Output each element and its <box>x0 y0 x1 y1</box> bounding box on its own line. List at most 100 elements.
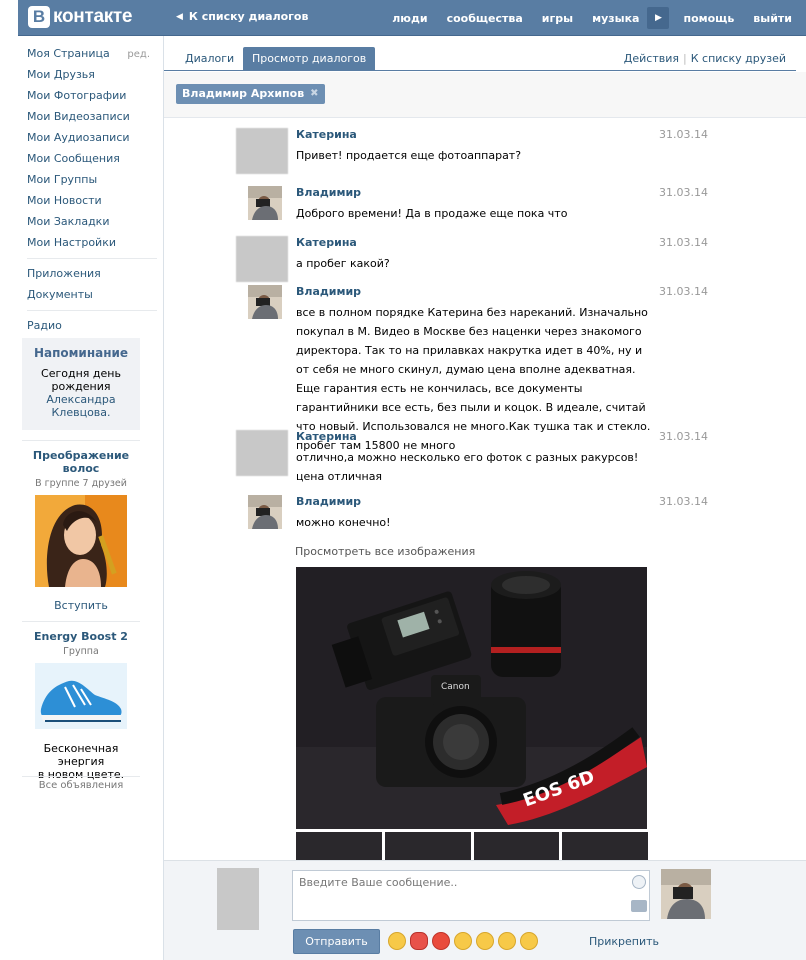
message-date: 31.03.14 <box>659 236 708 249</box>
reminder-name-link[interactable]: Александра Клевцова. <box>22 393 140 419</box>
nav-help[interactable]: помощь <box>683 12 734 25</box>
message-item: Катерина 31.03.14 Привет! продается еще … <box>236 128 726 176</box>
nav-music[interactable]: музыка <box>592 12 639 25</box>
divider <box>22 440 140 441</box>
message-composer: Введите Ваше сообщение.. Отправить Прикр… <box>164 860 806 960</box>
camera-icon[interactable] <box>631 900 647 912</box>
avatar[interactable] <box>248 285 282 319</box>
message-date: 31.03.14 <box>659 186 708 199</box>
send-button[interactable]: Отправить <box>293 929 380 954</box>
sidebar-item-radio[interactable]: Радио <box>27 317 157 338</box>
nav-communities[interactable]: сообщества <box>447 12 523 25</box>
ad-woman-image[interactable] <box>35 495 127 587</box>
photo-thumbnail[interactable] <box>296 832 382 862</box>
message-item: Катерина 31.03.14 а пробег какой? <box>236 236 726 284</box>
message-text: а пробег какой? <box>296 257 390 270</box>
divider <box>22 776 140 777</box>
message-author[interactable]: Катерина <box>296 430 357 443</box>
join-link[interactable]: Вступить <box>22 599 140 612</box>
close-icon[interactable]: ✖ <box>310 84 318 104</box>
avatar[interactable] <box>236 430 288 476</box>
avatar[interactable] <box>248 186 282 220</box>
left-sidebar: Моя Страница ред. Мои Друзья Мои Фотогра… <box>18 36 163 960</box>
sidebar-item-videos[interactable]: Мои Видеозаписи <box>27 108 157 129</box>
grinning-emoji-icon[interactable] <box>454 932 472 950</box>
actions-link[interactable]: Действия <box>624 52 679 65</box>
reminder-body: Сегодня день рождения Александра Клевцов… <box>22 367 140 419</box>
nav-logout[interactable]: выйти <box>753 12 792 25</box>
view-all-images-link[interactable]: Просмотреть все изображения <box>295 545 475 558</box>
message-item: Владимир 31.03.14 можно конечно! <box>236 495 726 535</box>
partner-avatar[interactable] <box>661 869 711 919</box>
sidebar-item-documents[interactable]: Документы <box>27 286 157 307</box>
back-to-dialogs-link[interactable]: ◀ К списку диалогов <box>176 10 308 23</box>
to-friends-link[interactable]: К списку друзей <box>691 52 786 65</box>
laughing-emoji-icon[interactable] <box>388 932 406 950</box>
sidebar-item-photos[interactable]: Мои Фотографии <box>27 87 157 108</box>
avatar[interactable] <box>248 495 282 529</box>
avatar[interactable] <box>236 128 288 174</box>
nav-people[interactable]: люди <box>392 12 427 25</box>
participant-chip-label: Владимир Архипов <box>182 87 305 100</box>
top-nav: люди сообщества игры музыка ▶ помощь вый… <box>373 0 792 36</box>
message-author[interactable]: Катерина <box>296 236 357 249</box>
kiss-lips-emoji-icon[interactable] <box>410 932 428 950</box>
sidebar-item-friends[interactable]: Мои Друзья <box>27 66 157 87</box>
attach-link[interactable]: Прикрепить <box>589 935 659 948</box>
sidebar-item-groups[interactable]: Мои Группы <box>27 171 157 192</box>
message-date: 31.03.14 <box>659 285 708 298</box>
sidebar-item-my-page[interactable]: Моя Страница ред. <box>27 45 157 66</box>
birthday-reminder: Напоминание Сегодня день рождения Алекса… <box>22 338 140 430</box>
ad-sneaker-image[interactable] <box>35 663 127 729</box>
message-date: 31.03.14 <box>659 128 708 141</box>
divider <box>22 621 140 622</box>
message-author[interactable]: Владимир <box>296 186 361 199</box>
camera-photo[interactable]: Canon EOS 6D <box>296 567 647 829</box>
all-ads-link[interactable]: Все объявления <box>22 780 140 791</box>
photo-thumbnail[interactable] <box>384 832 471 862</box>
message-author[interactable]: Владимир <box>296 495 361 508</box>
avatar[interactable] <box>236 236 288 282</box>
unamused-emoji-icon[interactable] <box>498 932 516 950</box>
main-content: Диалоги Просмотр диалогов Действия | К спи… <box>163 36 806 960</box>
divider <box>27 310 157 311</box>
heart-emoji-icon[interactable] <box>432 932 450 950</box>
sidebar-item-news[interactable]: Мои Новости <box>27 192 157 213</box>
message-author[interactable]: Владимир <box>296 285 361 298</box>
side-menu: Моя Страница ред. Мои Друзья Мои Фотогра… <box>27 45 157 338</box>
play-icon[interactable]: ▶ <box>647 7 670 29</box>
message-author[interactable]: Катерина <box>296 128 357 141</box>
camera-brand: Canon <box>441 682 470 692</box>
photo-thumbnail[interactable] <box>562 832 648 862</box>
divider <box>27 258 157 259</box>
sidebar-item-bookmarks[interactable]: Мои Закладки <box>27 213 157 234</box>
message-text: Доброго времени! Да в продаже еще пока ч… <box>296 207 568 220</box>
participant-chip[interactable]: Владимир Архипов ✖ <box>176 84 325 104</box>
ad-title-line: Преображение <box>32 449 130 462</box>
tab-dialogs[interactable]: Диалоги <box>176 47 243 71</box>
vk-logo[interactable]: В контакте <box>28 6 133 28</box>
sidebar-item-apps[interactable]: Приложения <box>27 265 157 286</box>
smiling-emoji-icon[interactable] <box>520 932 538 950</box>
message-date: 31.03.14 <box>659 495 708 508</box>
message-input[interactable]: Введите Ваше сообщение.. <box>292 870 650 921</box>
tab-view-dialogs[interactable]: Просмотр диалогов <box>243 47 376 71</box>
back-to-dialogs-label: К списку диалогов <box>188 10 309 23</box>
smile-icon[interactable] <box>632 875 646 889</box>
ad-hair[interactable]: Преображение волос В группе 7 друзей Вст… <box>22 449 140 612</box>
edit-link[interactable]: ред. <box>127 48 150 62</box>
message-date: 31.03.14 <box>659 430 708 443</box>
avatar[interactable] <box>217 868 259 930</box>
sidebar-item-settings[interactable]: Мои Настройки <box>27 234 157 255</box>
crying-emoji-icon[interactable] <box>476 932 494 950</box>
sidebar-item-messages[interactable]: Мои Сообщения <box>27 150 157 171</box>
photo-thumbnail[interactable] <box>473 832 560 862</box>
reminder-title: Напоминание <box>33 346 129 360</box>
ad-subtitle: Группа <box>63 646 99 657</box>
photo-thumbnails <box>296 832 648 862</box>
filter-bar: Владимир Архипов ✖ <box>164 72 806 118</box>
nav-games[interactable]: игры <box>542 12 573 25</box>
ad-energy-boost[interactable]: Energy Boost 2 Группа Бесконечная энерги… <box>22 630 140 781</box>
sidebar-item-audio[interactable]: Мои Аудиозаписи <box>27 129 157 150</box>
message-text: отлично,а можно несколько его фоток с ра… <box>296 451 639 483</box>
